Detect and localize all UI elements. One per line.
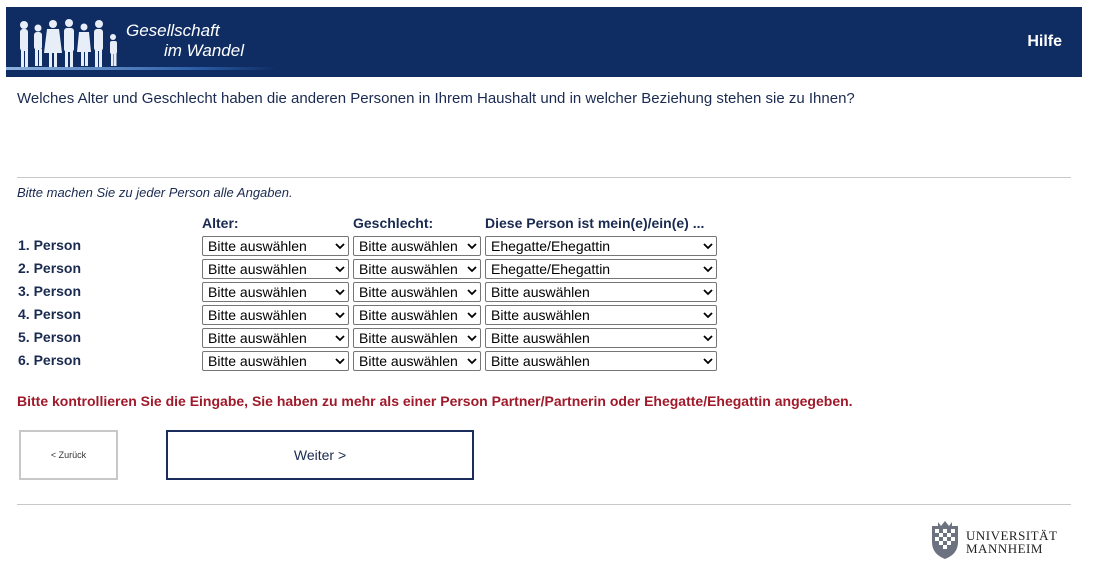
person-label: 3. Person: [18, 283, 82, 299]
gender-select[interactable]: Bitte auswählen: [353, 259, 481, 279]
chevron-down-icon: [703, 266, 713, 273]
question-text: Welches Alter und Geschlecht haben die a…: [17, 90, 855, 107]
chevron-down-icon: [335, 312, 345, 319]
relation-select-value: Bitte auswählen: [491, 353, 590, 369]
person-label: 5. Person: [18, 329, 82, 345]
university-name: UNIVERSITÄT MANNHEIM: [966, 529, 1057, 555]
chevron-down-icon: [335, 335, 345, 342]
gender-select[interactable]: Bitte auswählen: [353, 328, 481, 348]
divider-top: [17, 177, 1071, 178]
relation-select[interactable]: Bitte auswählen: [485, 328, 717, 348]
relation-select-value: Bitte auswählen: [491, 330, 590, 346]
divider-bottom: [17, 504, 1071, 505]
chevron-down-icon: [335, 243, 345, 250]
relation-select-value: Ehegatte/Ehegattin: [491, 261, 611, 277]
chevron-down-icon: [703, 289, 713, 296]
chevron-down-icon: [467, 243, 477, 250]
chevron-down-icon: [703, 335, 713, 342]
age-select-value: Bitte auswählen: [208, 353, 307, 369]
column-header-gender: Geschlecht:: [353, 215, 434, 231]
relation-select[interactable]: Bitte auswählen: [485, 305, 717, 325]
chevron-down-icon: [703, 358, 713, 365]
gender-select-value: Bitte auswählen: [359, 284, 458, 300]
relation-select[interactable]: Ehegatte/Ehegattin: [485, 259, 717, 279]
chevron-down-icon: [467, 266, 477, 273]
gender-select-value: Bitte auswählen: [359, 330, 458, 346]
chevron-down-icon: [467, 289, 477, 296]
help-link[interactable]: Hilfe: [1027, 33, 1062, 51]
person-label: 1. Person: [18, 237, 82, 253]
gender-select[interactable]: Bitte auswählen: [353, 305, 481, 325]
logo-line2: im Wandel: [164, 41, 244, 60]
gender-select[interactable]: Bitte auswählen: [353, 236, 481, 256]
chevron-down-icon: [467, 312, 477, 319]
age-select[interactable]: Bitte auswählen: [202, 259, 349, 279]
person-label: 2. Person: [18, 260, 82, 276]
chevron-down-icon: [703, 243, 713, 250]
age-select-value: Bitte auswählen: [208, 284, 307, 300]
chevron-down-icon: [335, 266, 345, 273]
person-label: 4. Person: [18, 306, 82, 322]
gender-select[interactable]: Bitte auswählen: [353, 351, 481, 371]
logo-text: Gesellschaft im Wandel: [126, 21, 244, 61]
instruction-text: Bitte machen Sie zu jeder Person alle An…: [17, 185, 293, 200]
person-label: 6. Person: [18, 352, 82, 368]
age-select-value: Bitte auswählen: [208, 238, 307, 254]
age-select-value: Bitte auswählen: [208, 307, 307, 323]
relation-select-value: Bitte auswählen: [491, 284, 590, 300]
logo-underline: [6, 67, 276, 70]
age-select[interactable]: Bitte auswählen: [202, 328, 349, 348]
relation-select[interactable]: Bitte auswählen: [485, 282, 717, 302]
gender-select-value: Bitte auswählen: [359, 261, 458, 277]
gender-select-value: Bitte auswählen: [359, 238, 458, 254]
header-banner: Gesellschaft im Wandel Hilfe: [6, 7, 1082, 77]
chevron-down-icon: [335, 289, 345, 296]
age-select[interactable]: Bitte auswählen: [202, 305, 349, 325]
site-logo: Gesellschaft im Wandel: [6, 7, 276, 77]
age-select[interactable]: Bitte auswählen: [202, 351, 349, 371]
chevron-down-icon: [467, 335, 477, 342]
gender-select-value: Bitte auswählen: [359, 307, 458, 323]
gender-select[interactable]: Bitte auswählen: [353, 282, 481, 302]
error-message: Bitte kontrollieren Sie die Eingabe, Sie…: [17, 393, 853, 409]
chevron-down-icon: [467, 358, 477, 365]
next-button[interactable]: Weiter >: [166, 430, 474, 480]
back-button[interactable]: < Zurück: [19, 430, 118, 480]
age-select-value: Bitte auswählen: [208, 261, 307, 277]
relation-select-value: Ehegatte/Ehegattin: [491, 238, 611, 254]
gender-select-value: Bitte auswählen: [359, 353, 458, 369]
column-header-age: Alter:: [202, 215, 239, 231]
university-logo: UNIVERSITÄT MANNHEIM: [928, 520, 1073, 562]
age-select[interactable]: Bitte auswählen: [202, 236, 349, 256]
age-select-value: Bitte auswählen: [208, 330, 307, 346]
logo-line1: Gesellschaft: [126, 21, 220, 40]
relation-select[interactable]: Bitte auswählen: [485, 351, 717, 371]
university-crest-icon: [932, 521, 958, 559]
relation-select[interactable]: Ehegatte/Ehegattin: [485, 236, 717, 256]
chevron-down-icon: [335, 358, 345, 365]
column-header-relation: Diese Person ist mein(e)/ein(e) ...: [485, 215, 705, 231]
relation-select-value: Bitte auswählen: [491, 307, 590, 323]
age-select[interactable]: Bitte auswählen: [202, 282, 349, 302]
people-silhouettes-icon: [20, 19, 117, 67]
university-line2: MANNHEIM: [966, 541, 1043, 556]
chevron-down-icon: [703, 312, 713, 319]
